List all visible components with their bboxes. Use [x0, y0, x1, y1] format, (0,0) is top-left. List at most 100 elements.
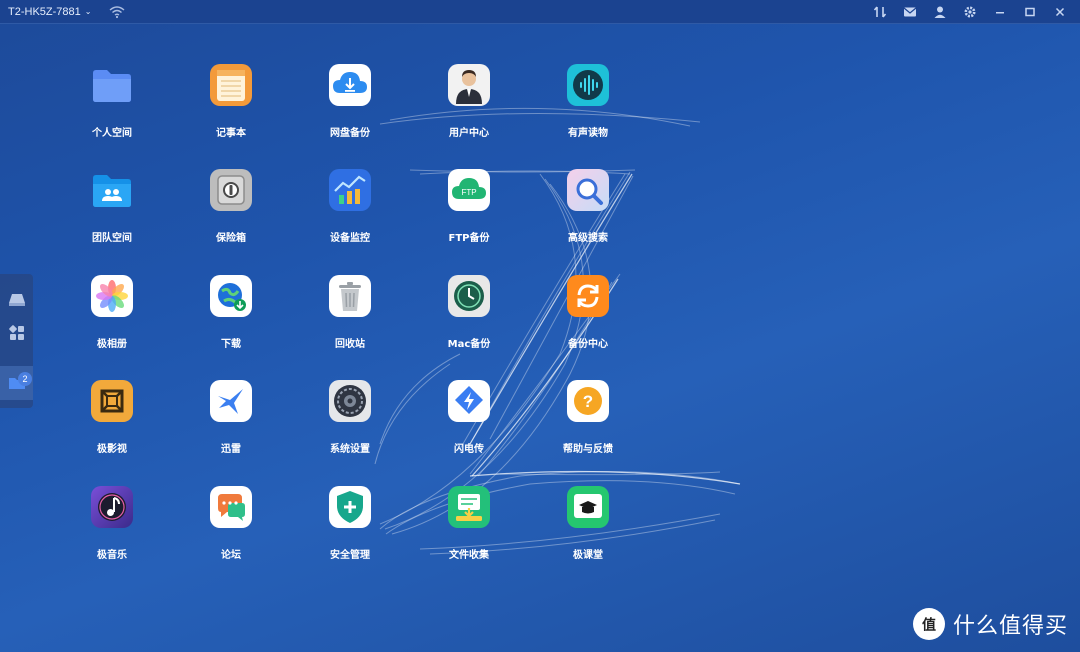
app-photos[interactable]: 极相册: [62, 275, 162, 365]
device-selector[interactable]: T2-HK5Z-7881 ⌄: [8, 6, 91, 18]
dock-item-storage[interactable]: [0, 282, 33, 316]
video-icon: [91, 380, 133, 422]
thunder-bird-icon: [210, 380, 252, 422]
apps-grid-icon: [8, 325, 24, 340]
app-security[interactable]: 安全管理: [300, 486, 400, 576]
safe-icon: [210, 169, 252, 211]
shield-icon: [329, 486, 371, 528]
time-machine-icon: [448, 275, 490, 317]
file-collect-icon: [448, 486, 490, 528]
app-forum[interactable]: 论坛: [181, 486, 281, 576]
app-download[interactable]: 下载: [181, 275, 281, 365]
app-label: 极课堂: [573, 550, 603, 561]
app-label: 极影视: [97, 444, 127, 455]
notification-badge: 2: [18, 372, 32, 386]
app-user-center[interactable]: 用户中心: [419, 64, 519, 154]
transfer-icon[interactable]: [872, 4, 888, 20]
app-backup-center[interactable]: 备份中心: [538, 275, 638, 365]
title-bar: T2-HK5Z-7881 ⌄: [0, 0, 1080, 24]
folder-icon: [91, 64, 133, 106]
globe-download-icon: [210, 275, 252, 317]
app-personal-space[interactable]: 个人空间: [62, 64, 162, 154]
svg-text:?: ?: [583, 392, 593, 411]
svg-text:值: 值: [922, 616, 936, 633]
cloud-download-icon: [329, 64, 371, 106]
ftp-cloud-icon: FTP: [448, 169, 490, 211]
app-label: 极音乐: [97, 550, 127, 561]
maximize-icon[interactable]: [1022, 4, 1038, 20]
app-flash-transfer[interactable]: 闪电传: [419, 380, 519, 470]
app-music[interactable]: 极音乐: [62, 486, 162, 576]
app-label: 有声读物: [568, 128, 608, 139]
settings-icon: [329, 380, 371, 422]
app-label: 回收站: [335, 339, 365, 350]
team-folder-icon: [91, 169, 133, 211]
app-label: 论坛: [221, 550, 241, 561]
app-device-monitor[interactable]: 设备监控: [300, 169, 400, 259]
notepad-icon: [210, 64, 252, 106]
app-help-feedback[interactable]: ? 帮助与反馈: [538, 380, 638, 470]
app-file-collect[interactable]: 文件收集: [419, 486, 519, 576]
watermark-logo: 值: [912, 608, 945, 640]
sync-icon: [567, 275, 609, 317]
device-name: T2-HK5Z-7881: [8, 5, 81, 18]
dock-item-apps[interactable]: [0, 316, 33, 350]
chart-icon: [329, 169, 371, 211]
app-label: 设备监控: [330, 233, 370, 244]
app-label: Mac备份: [447, 339, 491, 350]
app-label: 下载: [221, 339, 241, 350]
app-cloud-backup[interactable]: 网盘备份: [300, 64, 400, 154]
app-label: 安全管理: [330, 550, 370, 561]
app-label: FTP备份: [448, 233, 490, 244]
graduation-icon: [567, 486, 609, 528]
help-icon: ?: [567, 380, 609, 422]
app-label: 记事本: [216, 128, 246, 139]
app-label: 团队空间: [92, 233, 132, 244]
app-label: 网盘备份: [330, 128, 370, 139]
user-icon[interactable]: [932, 4, 948, 20]
app-audiobooks[interactable]: 有声读物: [538, 64, 638, 154]
app-label: 极相册: [97, 339, 127, 350]
app-label: 用户中心: [449, 128, 489, 139]
app-label: 迅雷: [221, 444, 241, 455]
dock-item-folder[interactable]: 2: [0, 366, 33, 400]
app-label: 个人空间: [92, 128, 132, 139]
app-ftp-backup[interactable]: FTP FTP备份: [419, 169, 519, 259]
forum-icon: [210, 486, 252, 528]
app-recycle-bin[interactable]: 回收站: [300, 275, 400, 365]
storage-icon: [8, 294, 25, 306]
app-thunder[interactable]: 迅雷: [181, 380, 281, 470]
photos-icon: [91, 275, 133, 317]
app-label: 备份中心: [568, 339, 608, 350]
app-video[interactable]: 极影视: [62, 380, 162, 470]
left-dock: 2: [0, 274, 33, 408]
trash-icon: [329, 275, 371, 317]
svg-text:FTP: FTP: [461, 188, 476, 197]
app-system-settings[interactable]: 系统设置: [300, 380, 400, 470]
app-label: 系统设置: [330, 444, 370, 455]
advanced-search-icon: [567, 169, 609, 211]
app-label: 帮助与反馈: [563, 444, 613, 455]
app-team-space[interactable]: 团队空间: [62, 169, 162, 259]
app-safe[interactable]: 保险箱: [181, 169, 281, 259]
flash-transfer-icon: [448, 380, 490, 422]
close-icon[interactable]: [1052, 4, 1068, 20]
gear-icon[interactable]: [962, 4, 978, 20]
watermark: 值 什么值得买: [912, 608, 1068, 640]
app-label: 保险箱: [216, 233, 246, 244]
person-icon: [448, 64, 490, 106]
minimize-icon[interactable]: [992, 4, 1008, 20]
watermark-text: 什么值得买: [952, 614, 1068, 639]
app-classroom[interactable]: 极课堂: [538, 486, 638, 576]
chevron-down-icon: ⌄: [84, 7, 92, 16]
app-label: 闪电传: [454, 444, 484, 455]
audio-wave-icon: [567, 64, 609, 106]
music-icon: [91, 486, 133, 528]
mail-icon[interactable]: [902, 4, 918, 20]
app-label: 文件收集: [449, 550, 489, 561]
app-mac-backup[interactable]: Mac备份: [419, 275, 519, 365]
app-label: 高级搜索: [568, 233, 608, 244]
app-notepad[interactable]: 记事本: [181, 64, 281, 154]
wifi-icon[interactable]: [109, 5, 125, 19]
app-advanced-search[interactable]: 高级搜索: [538, 169, 638, 259]
